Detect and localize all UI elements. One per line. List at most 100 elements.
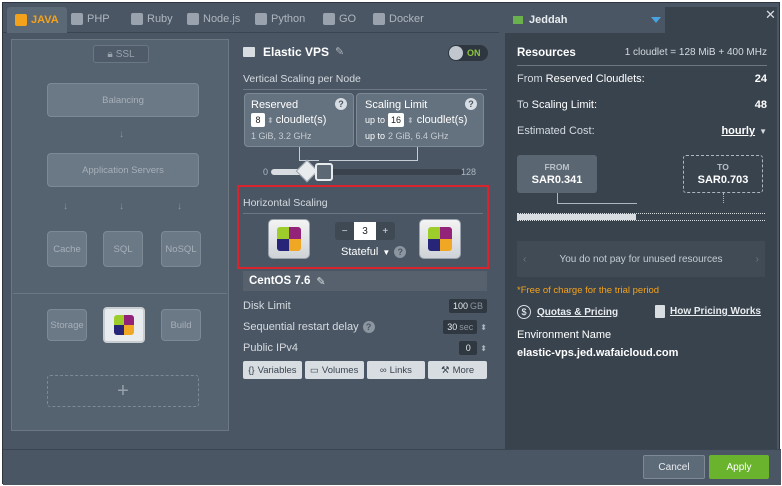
connector-line bbox=[557, 203, 637, 204]
environment-wizard-window: JAVA PHP Ruby Node.js Python GO Docker 🔒… bbox=[2, 2, 781, 485]
spinner-icon[interactable]: ⬍ bbox=[267, 116, 274, 125]
connector-line bbox=[417, 147, 418, 161]
node-count-value[interactable]: 3 bbox=[354, 222, 376, 240]
increment-button[interactable]: + bbox=[376, 222, 395, 240]
disk-limit-input[interactable]: 100 GB bbox=[448, 299, 487, 313]
chevron-down-icon[interactable] bbox=[651, 17, 661, 23]
connector-line bbox=[557, 193, 558, 203]
decrement-button[interactable]: − bbox=[335, 222, 354, 240]
reserved-input-row: 8 ⬍ cloudlet(s) bbox=[251, 113, 326, 127]
cancel-button[interactable]: Cancel bbox=[643, 455, 705, 479]
add-node-button[interactable]: + bbox=[47, 375, 199, 407]
env-name-label: Environment Name bbox=[517, 329, 612, 341]
tab-php[interactable]: PHP bbox=[71, 8, 110, 30]
cost-range-fill bbox=[517, 214, 637, 220]
price-from: FROM SAR0.341 bbox=[517, 155, 597, 193]
volumes-button[interactable]: ▭ Volumes bbox=[304, 361, 364, 379]
os-version: CentOS 7.6 bbox=[249, 275, 311, 287]
caret-down-icon: ▼ bbox=[759, 126, 767, 136]
divider bbox=[243, 213, 483, 214]
sql-node[interactable]: SQL bbox=[103, 231, 143, 267]
price-to: TO SAR0.703 bbox=[683, 155, 763, 193]
engine-tabs: JAVA PHP Ruby Node.js Python GO Docker bbox=[3, 3, 499, 33]
limit-cloudlets-input[interactable]: 16 bbox=[388, 113, 405, 127]
help-icon[interactable]: ? bbox=[362, 321, 375, 333]
divider bbox=[243, 89, 487, 90]
tab-python[interactable]: Python bbox=[255, 8, 305, 30]
build-node[interactable]: Build bbox=[161, 309, 201, 341]
tab-go[interactable]: GO bbox=[323, 8, 356, 30]
docker-icon bbox=[373, 13, 385, 25]
apply-button[interactable]: Apply bbox=[709, 455, 769, 479]
link-icon: ∞ bbox=[379, 364, 387, 376]
help-icon[interactable]: ? bbox=[335, 98, 347, 110]
unused-resources-note: ‹ You do not pay for unused resources › bbox=[517, 241, 765, 277]
application-servers-node[interactable]: Application Servers bbox=[47, 153, 199, 187]
public-ipv4-input[interactable]: 0 bbox=[459, 341, 478, 355]
toggle-knob bbox=[449, 46, 463, 60]
estimated-cost-row: Estimated Cost: hourly ▼ bbox=[517, 125, 767, 137]
reserved-box: Reserved ? 8 ⬍ cloudlet(s) 1 GiB, 3.2 GH… bbox=[244, 93, 354, 147]
node-count-stepper[interactable]: − 3 + bbox=[335, 222, 395, 240]
tab-docker[interactable]: Docker bbox=[373, 8, 424, 30]
variables-button[interactable]: {} Variables bbox=[243, 361, 302, 379]
centos-node-selected[interactable] bbox=[103, 307, 145, 343]
arrow-down-icon: ↓ bbox=[63, 201, 68, 212]
centos-logo-icon bbox=[428, 227, 452, 251]
spinner-icon[interactable]: ⬍ bbox=[480, 323, 487, 332]
storage-node[interactable]: Storage bbox=[47, 309, 87, 341]
arrow-down-icon: ↓ bbox=[119, 129, 124, 140]
balancing-node[interactable]: Balancing bbox=[47, 83, 199, 117]
horizontal-scaling-label: Horizontal Scaling bbox=[243, 197, 328, 209]
pricing-link-row: How Pricing Works bbox=[655, 305, 761, 318]
reserved-cloudlets-input[interactable]: 8 bbox=[251, 113, 265, 127]
region-dropdown[interactable]: Jeddah bbox=[505, 7, 665, 33]
scaling-limit-row: To Scaling Limit: 48 bbox=[517, 99, 767, 111]
tab-java[interactable]: JAVA bbox=[7, 7, 67, 33]
connector-line bbox=[299, 147, 300, 161]
edit-pencil-icon[interactable]: ✎ bbox=[316, 275, 325, 288]
cache-node[interactable]: Cache bbox=[47, 231, 87, 267]
links-button[interactable]: ∞ Links bbox=[366, 361, 426, 379]
limit-input-row: up to 16 ⬍ cloudlet(s) bbox=[365, 113, 468, 127]
public-ipv4-row: Public IPv4 0 ⬍ bbox=[243, 341, 487, 355]
how-pricing-works-link[interactable]: How Pricing Works bbox=[670, 306, 761, 317]
edit-pencil-icon[interactable]: ✎ bbox=[335, 45, 344, 58]
nosql-node[interactable]: NoSQL bbox=[161, 231, 201, 267]
trial-note: *Free of charge for the trial period bbox=[517, 285, 660, 296]
wrench-icon: ⚒ bbox=[441, 364, 450, 376]
quotas-pricing-link[interactable]: Quotas & Pricing bbox=[537, 307, 618, 318]
connector-line bbox=[329, 160, 417, 161]
tab-nodejs[interactable]: Node.js bbox=[187, 8, 240, 30]
limit-title: Scaling Limit bbox=[365, 99, 428, 111]
caret-down-icon: ▼ bbox=[382, 247, 391, 257]
spinner-icon[interactable]: ⬍ bbox=[407, 116, 414, 125]
env-name-value[interactable]: elastic-vps.jed.wafaicloud.com bbox=[517, 347, 678, 359]
limit-slider-handle[interactable] bbox=[315, 163, 333, 181]
reserved-spec: 1 GiB, 3.2 GHz bbox=[251, 131, 312, 141]
spinner-icon[interactable]: ⬍ bbox=[480, 344, 487, 353]
more-button[interactable]: ⚒ More bbox=[428, 361, 487, 379]
cost-period-dropdown[interactable]: hourly ▼ bbox=[721, 125, 767, 137]
help-icon[interactable]: ? bbox=[394, 246, 407, 258]
chevron-right-icon[interactable]: › bbox=[756, 254, 759, 265]
chevron-left-icon[interactable]: ‹ bbox=[523, 254, 526, 265]
document-icon bbox=[655, 305, 665, 318]
braces-icon: {} bbox=[248, 364, 255, 376]
dollar-icon: $ bbox=[517, 305, 531, 319]
node-icon-right bbox=[419, 219, 461, 259]
python-icon bbox=[255, 13, 267, 25]
restart-delay-row: Sequential restart delay? 30 sec ⬍ bbox=[243, 320, 487, 334]
restart-delay-input[interactable]: 30 sec bbox=[443, 320, 478, 334]
scaling-mode-dropdown[interactable]: Stateful ▼ ? bbox=[341, 246, 407, 258]
os-version-bar: CentOS 7.6 ✎ bbox=[243, 271, 487, 291]
tab-ruby[interactable]: Ruby bbox=[131, 8, 173, 30]
ssl-button[interactable]: 🔒︎ SSL bbox=[93, 45, 149, 63]
slider-max: 128 bbox=[461, 167, 477, 177]
help-icon[interactable]: ? bbox=[465, 98, 477, 110]
node-on-toggle[interactable]: ON bbox=[448, 45, 488, 61]
close-icon[interactable]: ✕ bbox=[765, 7, 776, 23]
lock-icon: 🔒︎ bbox=[107, 48, 113, 60]
centos-logo-icon bbox=[277, 227, 301, 251]
slider-min: 0 bbox=[263, 167, 269, 177]
